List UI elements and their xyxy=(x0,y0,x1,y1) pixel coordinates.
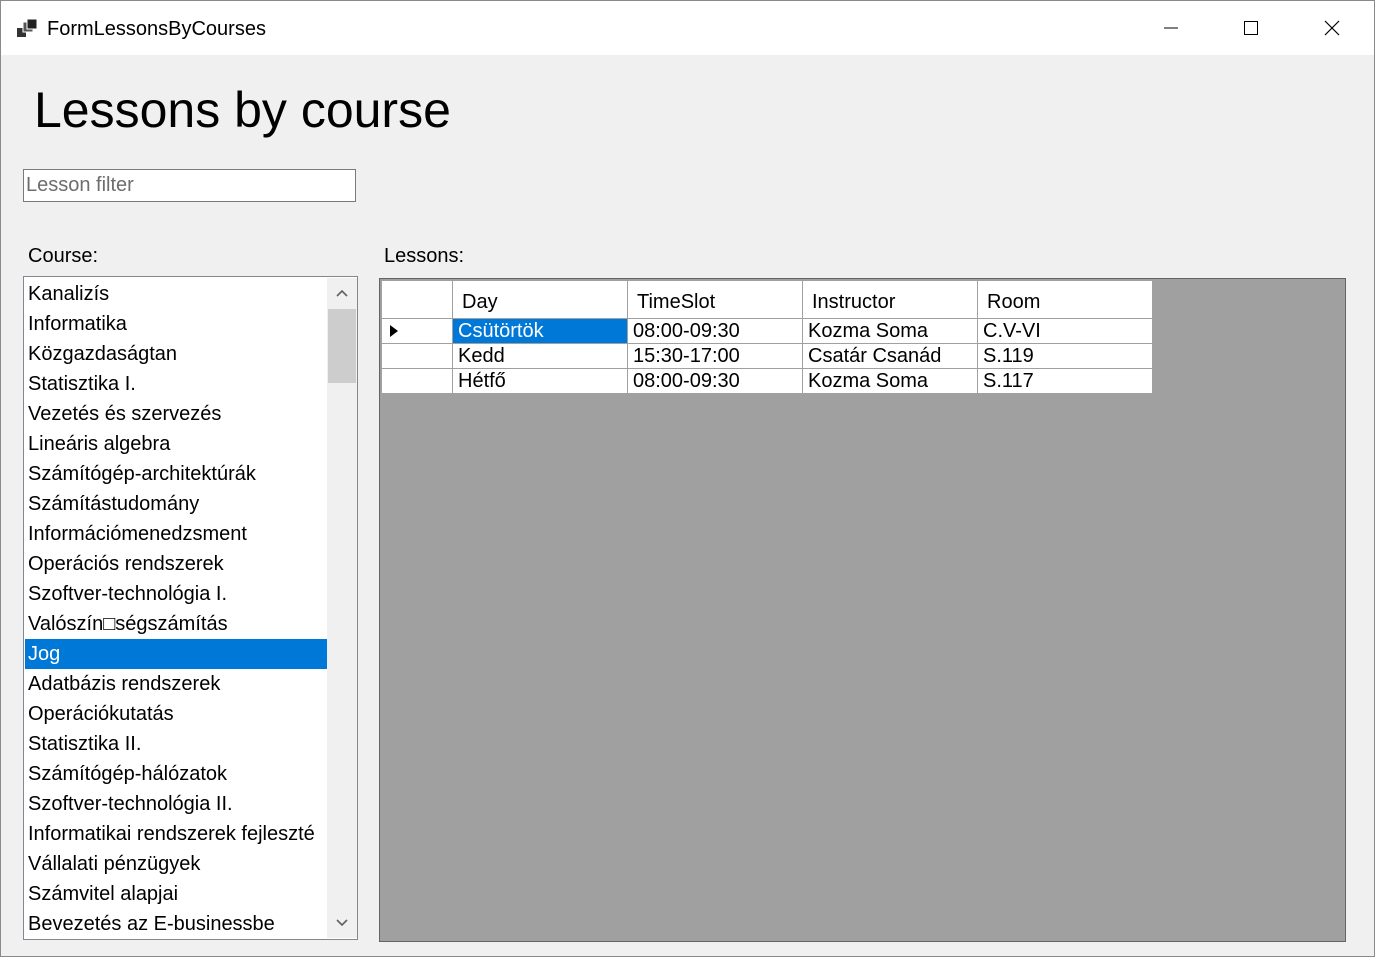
cell-instructor[interactable]: Kozma Soma xyxy=(802,318,978,344)
course-list-item[interactable]: Valószín□ségszámítás xyxy=(25,609,327,639)
course-list-item[interactable]: Szoftver-technológia II. xyxy=(25,789,327,819)
chevron-down-icon xyxy=(336,919,348,927)
course-label: Course: xyxy=(28,245,99,267)
minimize-button[interactable] xyxy=(1131,1,1211,55)
course-list-item[interactable]: Számítástudomány xyxy=(25,489,327,519)
cell-room[interactable]: S.119 xyxy=(977,343,1153,369)
course-list-item[interactable]: Vállalati pénzügyek xyxy=(25,849,327,879)
course-list-item[interactable]: Statisztika II. xyxy=(25,729,327,759)
window-title: FormLessonsByCourses xyxy=(47,18,266,40)
chevron-up-icon xyxy=(336,289,348,297)
close-button[interactable] xyxy=(1292,1,1372,55)
course-list-item[interactable]: Adatbázis rendszerek xyxy=(25,669,327,699)
course-list-item[interactable]: Lineáris algebra xyxy=(25,429,327,459)
course-list-scrollbar[interactable] xyxy=(327,278,357,938)
course-list-item[interactable]: Számítógép-hálózatok xyxy=(25,759,327,789)
cell-day[interactable]: Hétfő xyxy=(452,368,628,394)
course-list-item[interactable]: Vezetés és szervezés xyxy=(25,399,327,429)
column-header-day[interactable]: Day xyxy=(452,280,628,319)
row-header[interactable] xyxy=(381,318,453,344)
course-list-item[interactable]: Kanalizís xyxy=(25,279,327,309)
column-header-room[interactable]: Room xyxy=(977,280,1153,319)
course-list-item[interactable]: Informatikai rendszerek fejleszté xyxy=(25,819,327,849)
title-bar[interactable]: FormLessonsByCourses xyxy=(1,1,1374,55)
row-header[interactable] xyxy=(381,368,453,394)
lessons-label: Lessons: xyxy=(384,245,465,267)
scroll-down-button[interactable] xyxy=(327,908,357,938)
course-list-item[interactable]: Számvitel alapjai xyxy=(25,879,327,909)
cell-room[interactable]: C.V-VI xyxy=(977,318,1153,344)
course-list-item[interactable]: Információmenedzsment xyxy=(25,519,327,549)
cell-day[interactable]: Kedd xyxy=(452,343,628,369)
page-title: Lessons by course xyxy=(34,82,451,138)
course-list-item[interactable]: Közgazdaságtan xyxy=(25,339,327,369)
course-list-item[interactable]: Szoftver-technológia I. xyxy=(25,579,327,609)
table-row[interactable]: Hétfő 08:00-09:30 Kozma Soma S.117 xyxy=(381,368,1153,394)
maximize-button[interactable] xyxy=(1211,1,1291,55)
cell-timeslot[interactable]: 08:00-09:30 xyxy=(627,318,803,344)
table-row[interactable]: Kedd 15:30-17:00 Csatár Csanád S.119 xyxy=(381,343,1153,369)
column-header-timeslot[interactable]: TimeSlot xyxy=(627,280,803,319)
close-icon xyxy=(1324,20,1340,36)
row-header-corner xyxy=(381,280,453,319)
course-list-item[interactable]: Statisztika I. xyxy=(25,369,327,399)
cell-room[interactable]: S.117 xyxy=(977,368,1153,394)
row-header[interactable] xyxy=(381,343,453,369)
course-list-item[interactable]: Bevezetés az E-businessbe xyxy=(25,909,327,939)
cell-instructor[interactable]: Csatár Csanád xyxy=(802,343,978,369)
main-window: FormLessonsByCourses Lessons by course C… xyxy=(0,0,1375,957)
header-row: Day TimeSlot Instructor Room xyxy=(381,280,1153,319)
course-list-item[interactable]: Informatika xyxy=(25,309,327,339)
maximize-icon xyxy=(1244,21,1258,35)
course-list-item[interactable]: Jog xyxy=(25,639,327,669)
course-list-item[interactable]: Számítógép-architektúrák xyxy=(25,459,327,489)
minimize-icon xyxy=(1164,27,1178,29)
table-row[interactable]: Csütörtök 08:00-09:30 Kozma Soma C.V-VI xyxy=(381,318,1153,344)
app-icon xyxy=(17,19,37,37)
course-listbox[interactable]: Kanalizís Informatika Közgazdaságtan Statis… xyxy=(23,276,358,940)
lesson-filter-input[interactable] xyxy=(23,169,356,202)
lessons-table: Day TimeSlot Instructor Room Csütörtök 0… xyxy=(381,280,1153,394)
scroll-up-button[interactable] xyxy=(327,278,357,308)
row-indicator-icon xyxy=(390,325,398,337)
lessons-grid[interactable]: Day TimeSlot Instructor Room Csütörtök 0… xyxy=(379,278,1346,942)
cell-timeslot[interactable]: 15:30-17:00 xyxy=(627,343,803,369)
scroll-thumb[interactable] xyxy=(328,309,356,383)
course-list-item[interactable]: Operációkutatás xyxy=(25,699,327,729)
column-header-instructor[interactable]: Instructor xyxy=(802,280,978,319)
cell-timeslot[interactable]: 08:00-09:30 xyxy=(627,368,803,394)
course-list-item[interactable]: Operációs rendszerek xyxy=(25,549,327,579)
cell-day[interactable]: Csütörtök xyxy=(452,318,628,344)
cell-instructor[interactable]: Kozma Soma xyxy=(802,368,978,394)
